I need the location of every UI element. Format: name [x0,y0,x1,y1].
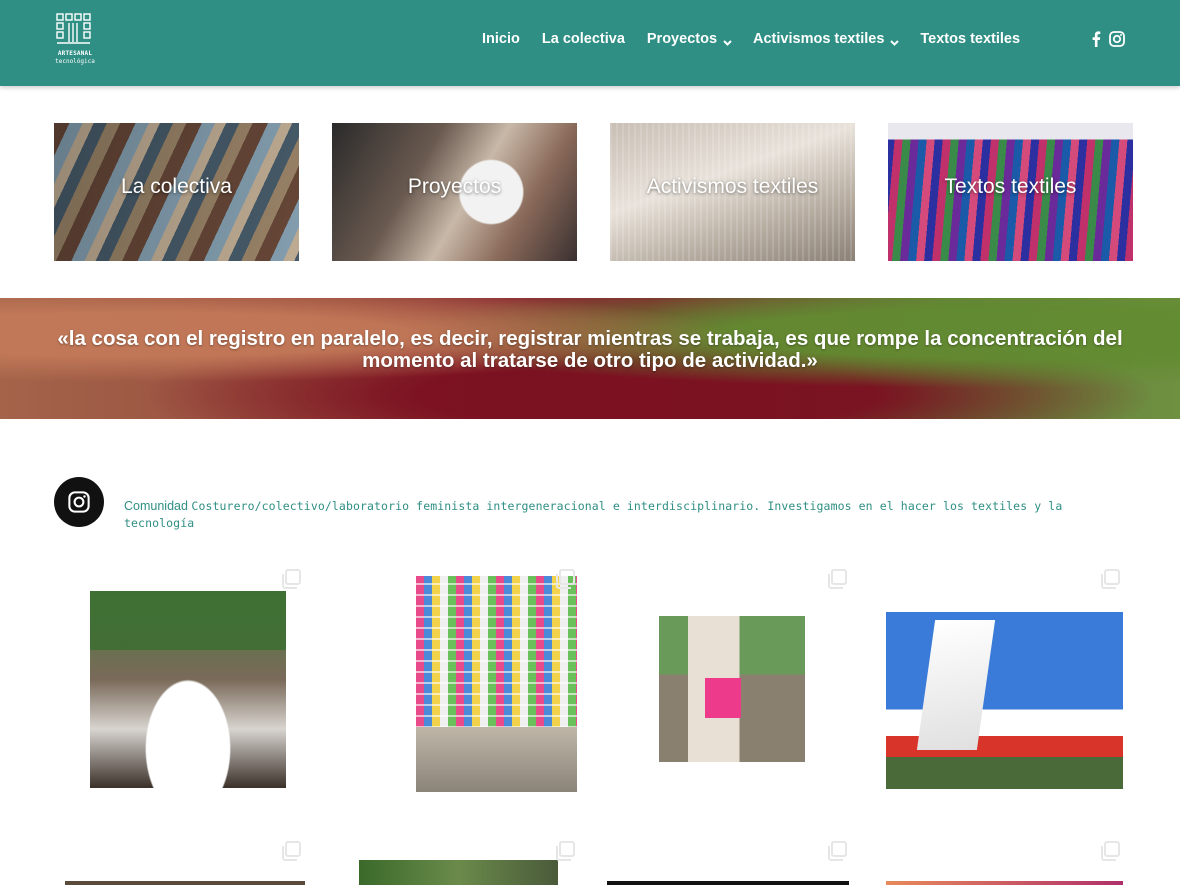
tile-label: Proyectos [407,175,502,198]
tile-label: Activismos textiles [646,175,819,198]
nav-item-label: La colectiva [541,31,625,47]
carousel-icon [279,839,303,863]
nav-item-proyectos[interactable]: Proyectos [646,31,732,47]
instagram-avatar[interactable] [54,477,104,527]
tile-label: La colectiva [121,175,232,198]
quote-banner: «la cosa con el registro en paralelo, es… [0,298,1180,419]
quote-text: «la cosa con el registro en paralelo, es… [57,327,1123,372]
site-header: ARTESANAL tecnológica Inicio La colectiv… [0,0,1180,86]
post-image [90,591,286,788]
chevron-down-icon [723,35,732,46]
chevron-down-icon [890,35,900,46]
logo-mark-icon [56,13,91,44]
post-image [886,881,1123,885]
nav-item-label: Activismos textiles [753,31,885,47]
facebook-icon[interactable] [1091,31,1101,52]
social-links [1091,31,1133,52]
nav-item-inicio[interactable]: Inicio [482,31,520,47]
nav-item-label: Inicio [482,31,520,47]
post-image [659,616,805,762]
carousel-icon [553,839,577,863]
post-image [607,881,849,885]
logo-text-secondary: tecnológica [55,58,95,65]
main-nav: Inicio La colectiva Proyectos Activismos… [482,31,1042,47]
tile-textos-textiles[interactable]: Textos textiles [888,123,1133,261]
nav-item-textos-textiles[interactable]: Textos textiles [920,31,1020,47]
bio-prefix: Comunidad [124,499,188,513]
instagram-icon[interactable] [1109,31,1125,52]
nav-item-label: Proyectos [646,31,718,47]
carousel-icon [825,839,849,863]
tile-la-colectiva[interactable]: La colectiva [54,123,299,261]
bio-text: Costurero/colectivo/laboratorio feminist… [124,499,1063,530]
post-image [416,576,577,792]
carousel-icon [1098,839,1122,863]
tile-proyectos[interactable]: Proyectos [332,123,577,261]
post-image [359,860,558,885]
instagram-bio: Comunidad Costurero/colectivo/laboratori… [124,498,1124,532]
carousel-icon [825,567,849,591]
nav-item-label: Textos textiles [920,31,1021,47]
nav-item-activismos-textiles[interactable]: Activismos textiles [753,31,900,47]
post-image [886,612,1123,789]
logo-text-primary: ARTESANAL [57,50,93,57]
tile-label: Textos textiles [944,175,1077,198]
carousel-icon [553,567,577,591]
post-image [65,881,305,885]
carousel-icon [1098,567,1122,591]
instagram-icon [68,491,90,513]
tile-activismos-textiles[interactable]: Activismos textiles [610,123,855,261]
carousel-icon [279,567,303,591]
nav-item-la-colectiva[interactable]: La colectiva [542,31,625,47]
